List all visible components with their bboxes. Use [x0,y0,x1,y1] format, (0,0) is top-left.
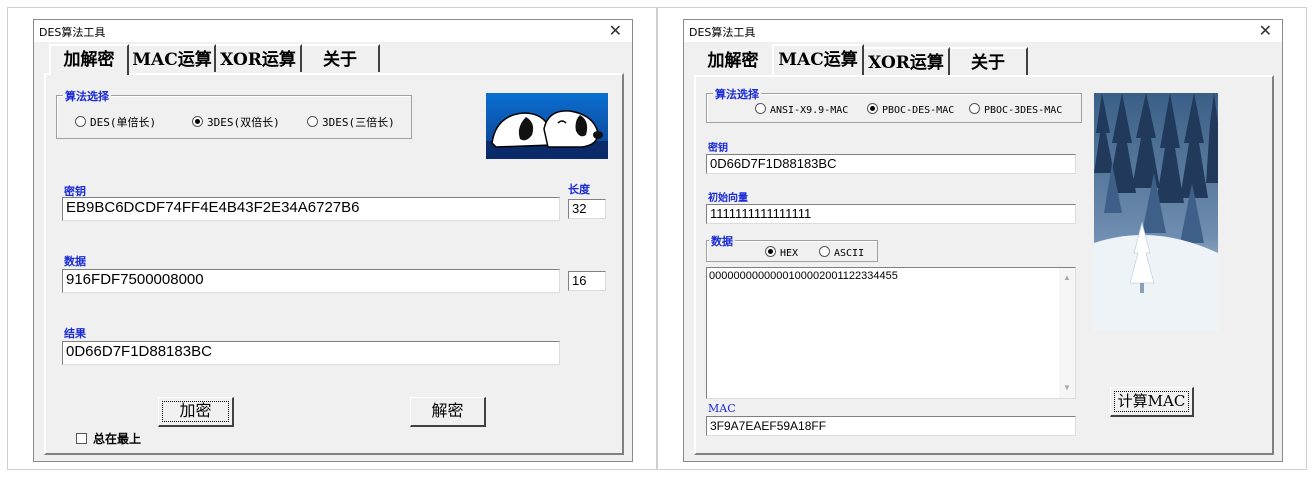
radio-hex[interactable]: HEX [765,246,798,259]
tab-mac[interactable]: MAC运算 [772,44,864,75]
mac-output[interactable]: 3F9A7EAEF59A18FF [706,416,1076,436]
tab-about[interactable]: 关于 [950,47,1028,75]
data-textarea-content: 000000000000010000200112233445​5 [709,270,898,282]
tab-encrypt-decrypt[interactable]: 加解密 [694,47,772,75]
right-screenshot-frame: DES算法工具 ✕ 加解密 MAC运算 XOR运算 关于 算法选择 ANSI-X… [657,7,1307,470]
focus-rect [162,401,229,422]
key-length-input[interactable]: 32 [568,199,606,219]
title-bar: DES算法工具 ✕ [34,20,632,42]
radio-3des-double[interactable]: 3DES(双倍长) [192,114,280,130]
key-input[interactable]: 0D66D7F1D88183BC [706,154,1076,174]
tab-strip: 加解密 MAC运算 XOR运算 关于 [44,44,624,75]
window-title: DES算法工具 [689,26,756,39]
iv-label: 初始向量 [708,193,748,204]
radio-dot-selected [765,246,776,257]
decrypt-button[interactable]: 解密 [410,397,486,427]
data-group-title: 数据 [709,233,735,249]
algorithm-group-title: 算法选择 [63,88,111,104]
always-on-top-checkbox[interactable]: 总在最上 [76,430,141,447]
tab-xor[interactable]: XOR运算 [216,44,302,72]
tab-strip: 加解密 MAC运算 XOR运算 关于 [694,44,1274,75]
close-icon[interactable]: ✕ [1259,21,1272,40]
result-label: 结果 [64,327,86,340]
radio-dot-selected [867,103,878,114]
radio-pboc-des-mac[interactable]: PBOC-DES-MAC [867,103,954,116]
radio-dot [819,246,830,257]
data-length-input[interactable]: 16 [568,271,606,291]
scroll-up-icon[interactable]: ▲ [1063,270,1071,286]
calculate-mac-button[interactable]: 计算MAC [1110,387,1194,417]
data-format-group: 数据 HEX ASCII [706,233,878,262]
title-bar: DES算法工具 ✕ [684,20,1282,42]
radio-des-single[interactable]: DES(单倍长) [75,114,156,130]
close-icon[interactable]: ✕ [609,21,622,40]
radio-dot-selected [192,116,203,127]
checkbox-box [76,433,87,444]
left-screenshot-frame: DES算法工具 ✕ 加解密 MAC运算 XOR运算 关于 算法选择 DES(单倍… [7,7,657,470]
tab-panel: 算法选择 DES(单倍长) 3DES(双倍长) 3DES(三倍长) 密钥 长度 … [44,73,624,455]
algorithm-group-title: 算法选择 [713,86,761,102]
left-dialog-window: DES算法工具 ✕ 加解密 MAC运算 XOR运算 关于 算法选择 DES(单倍… [33,19,633,462]
tab-xor[interactable]: XOR运算 [864,47,950,75]
focus-rect [1114,391,1189,412]
tab-encrypt-decrypt[interactable]: 加解密 [49,44,129,75]
key-label: 密钥 [708,143,728,154]
radio-ascii[interactable]: ASCII [819,246,864,259]
encrypt-button[interactable]: 加密 [158,397,234,427]
snoopy-image [486,93,608,159]
radio-dot [75,116,86,127]
length-label: 长度 [568,183,590,196]
data-label: 数据 [64,255,86,268]
radio-dot [307,116,318,127]
data-input[interactable]: 916FDF7500008000 [62,269,560,293]
tab-mac[interactable]: MAC运算 [130,44,216,72]
result-output[interactable]: 0D66D7F1D88183BC [62,341,560,365]
algorithm-group: 算法选择 ANSI-X9.9-MAC PBOC-DES-MAC PBOC-3DE… [706,86,1082,123]
iv-input[interactable]: 1111111111111111 [706,204,1076,224]
key-input[interactable]: EB9BC6DCDF74FF4E4B43F2E34A6727B6 [62,197,560,221]
radio-3des-triple[interactable]: 3DES(三倍长) [307,114,395,130]
snowy-forest-image [1094,93,1218,331]
mac-label: MAC [708,402,736,415]
tab-about[interactable]: 关于 [302,44,380,72]
tab-panel: 算法选择 ANSI-X9.9-MAC PBOC-DES-MAC PBOC-3DE… [694,75,1274,455]
radio-pboc-3des-mac[interactable]: PBOC-3DES-MAC [969,103,1062,116]
radio-dot [755,103,766,114]
radio-dot [969,103,980,114]
scroll-down-icon[interactable]: ▼ [1063,380,1071,396]
radio-ansi-x99-mac[interactable]: ANSI-X9.9-MAC [755,103,848,116]
right-dialog-window: DES算法工具 ✕ 加解密 MAC运算 XOR运算 关于 算法选择 ANSI-X… [683,19,1283,462]
algorithm-group: 算法选择 DES(单倍长) 3DES(双倍长) 3DES(三倍长) [56,88,412,139]
window-title: DES算法工具 [39,26,106,39]
data-textarea[interactable]: 000000000000010000200112233445​5 ▲ ▼ [706,267,1076,399]
decrypt-button-label: 解密 [431,401,464,420]
textarea-scrollbar[interactable]: ▲ ▼ [1059,268,1075,398]
